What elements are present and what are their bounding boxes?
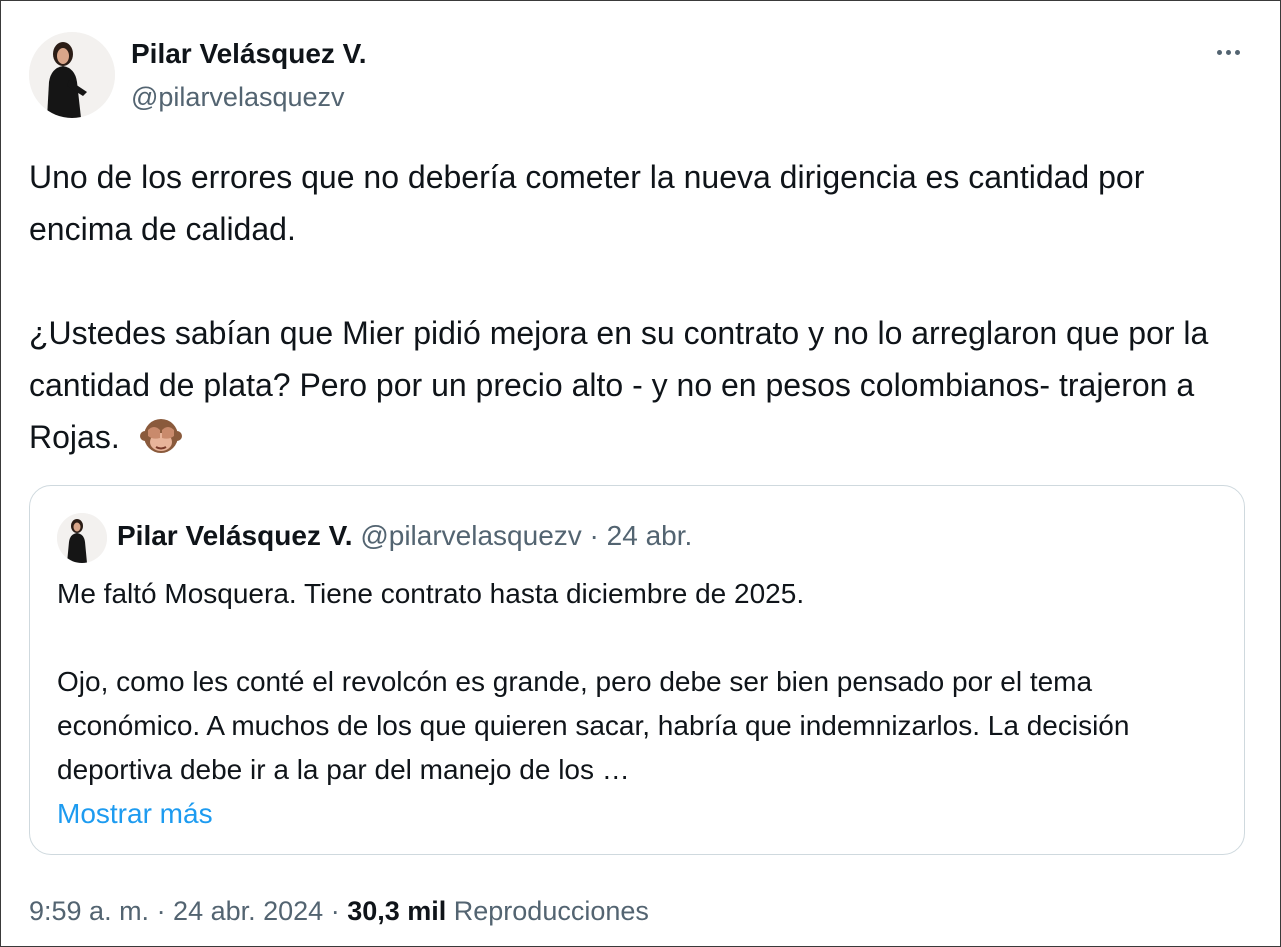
views-count: 30,3 mil [347,896,447,926]
more-icon [1216,49,1222,55]
quoted-paragraph: Ojo, como les conté el revolcón es grand… [57,666,1130,785]
quoted-tweet[interactable]: Pilar Velásquez V. @pilarvelasquezv · 24… [29,485,1245,855]
tweet-card: Pilar Velásquez V. @pilarvelasquezv Uno … [0,0,1281,947]
author-name[interactable]: Pilar Velásquez V. [131,38,367,70]
quoted-meta: @pilarvelasquezv · 24 abr. [360,520,693,551]
views-label: Reproducciones [453,896,649,926]
author-handle[interactable]: @pilarvelasquezv [131,82,345,113]
avatar-photo [57,513,107,563]
avatar-photo [29,32,115,118]
timestamp[interactable]: 9:59 a. m. · 24 abr. 2024 · [29,896,347,926]
quoted-text: Me faltó Mosquera. Tiene contrato hasta … [57,572,1217,836]
quoted-author-name: Pilar Velásquez V. [117,520,353,551]
quoted-avatar[interactable] [57,513,107,563]
more-options-button[interactable] [1206,37,1250,67]
quoted-paragraph: Me faltó Mosquera. Tiene contrato hasta … [57,578,805,609]
tweet-text: Uno de los errores que no debería comete… [29,151,1249,463]
show-more-link[interactable]: Mostrar más [57,792,1217,836]
see-no-evil-monkey-icon [139,419,182,453]
tweet-paragraph: ¿Ustedes sabían que Mier pidió mejora en… [29,315,1209,455]
avatar[interactable] [29,32,115,118]
quoted-header: Pilar Velásquez V. @pilarvelasquezv · 24… [117,520,692,552]
tweet-paragraph: Uno de los errores que no debería comete… [29,159,1145,247]
tweet-footer: 9:59 a. m. · 24 abr. 2024 · 30,3 mil Rep… [29,896,649,927]
